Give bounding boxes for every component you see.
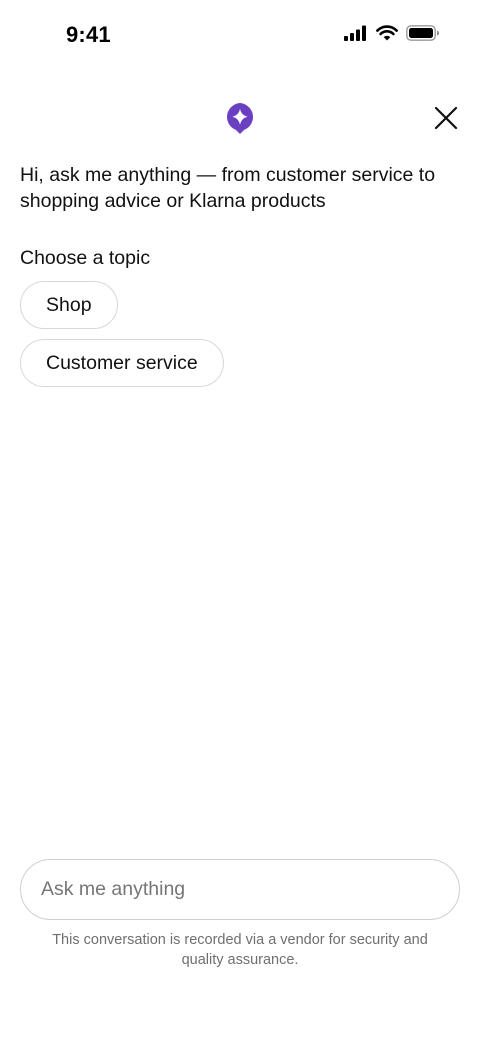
- close-icon: [434, 106, 458, 130]
- cellular-signal-icon: [344, 25, 366, 41]
- battery-icon: [406, 25, 439, 41]
- chat-header: [0, 96, 480, 140]
- topic-list: Shop Customer service: [20, 281, 224, 387]
- ask-input-container[interactable]: [20, 859, 460, 920]
- topic-heading: Choose a topic: [20, 247, 151, 269]
- topic-chip-customer-service[interactable]: Customer service: [20, 339, 224, 387]
- assistant-greeting: Hi, ask me anything — from customer serv…: [20, 164, 436, 212]
- ask-input[interactable]: [41, 878, 439, 901]
- wifi-icon: [376, 25, 398, 41]
- sparkle-chat-bubble-icon: [226, 103, 254, 134]
- status-bar: 9:41: [0, 0, 480, 72]
- topic-chip-shop[interactable]: Shop: [20, 281, 118, 329]
- assistant-chat-screen: 9:41 Hi, ask me anything — from customer…: [0, 0, 480, 1040]
- status-icons: [344, 25, 440, 41]
- recording-disclaimer: This conversation is recorded via a vend…: [52, 932, 428, 968]
- status-time: 9:41: [66, 22, 111, 47]
- close-button[interactable]: [428, 100, 464, 136]
